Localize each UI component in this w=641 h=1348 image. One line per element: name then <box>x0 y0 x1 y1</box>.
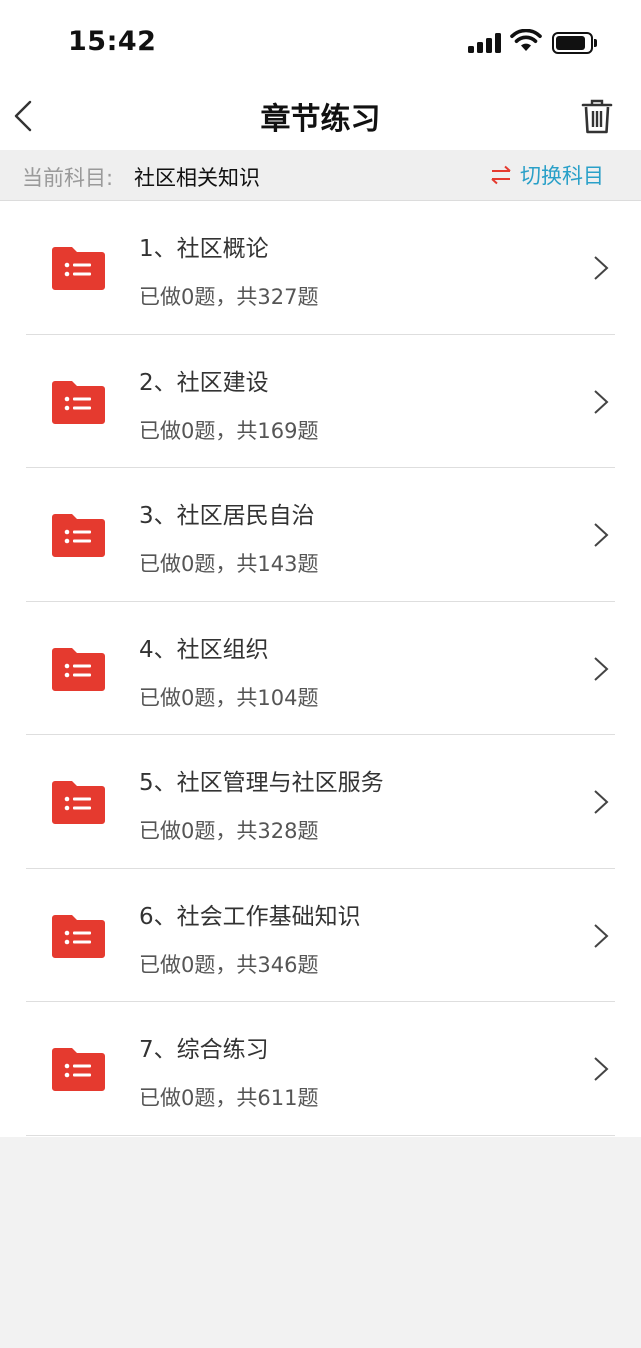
subject-bar: 当前科目: 社区相关知识 切换科目 <box>0 150 641 201</box>
list-item[interactable]: 7、综合练习 已做0题，共611题 <box>26 1002 615 1136</box>
switch-subject-button[interactable]: 切换科目 <box>490 161 604 189</box>
swap-arrows-icon <box>491 165 511 185</box>
list-item[interactable]: 3、社区居民自治 已做0题，共143题 <box>26 468 615 602</box>
switch-subject-label: 切换科目 <box>520 164 604 188</box>
chapter-progress: 已做0题，共143题 <box>139 552 319 576</box>
chapter-title: 1、社区概论 <box>139 236 269 262</box>
battery-icon <box>552 32 598 54</box>
screen: 15:42 章节练习 当前科目: 社区相关知识 切换科目 1、社区概论 已做0题… <box>0 0 641 1348</box>
chevron-right-icon <box>594 389 609 414</box>
chapter-title: 6、社会工作基础知识 <box>139 903 361 930</box>
chapter-progress: 已做0题，共104题 <box>139 685 319 710</box>
chevron-right-icon <box>594 1057 609 1081</box>
folder-list-icon <box>52 914 105 958</box>
chapter-progress: 已做0题，共611题 <box>139 1086 319 1110</box>
subject-value: 社区相关知识 <box>134 166 260 190</box>
chevron-right-icon <box>594 656 609 681</box>
list-item[interactable]: 1、社区概论 已做0题，共327题 <box>26 201 615 335</box>
chapter-progress: 已做0题，共327题 <box>139 285 319 309</box>
chapter-title: 2、社区建设 <box>139 369 269 396</box>
chapter-title: 4、社区组织 <box>139 636 269 663</box>
folder-list-icon <box>52 647 105 691</box>
chapter-progress: 已做0题，共328题 <box>139 819 319 843</box>
status-bar: 15:42 <box>0 0 641 82</box>
list-item[interactable]: 4、社区组织 已做0题，共104题 <box>26 602 615 735</box>
cellular-signal-icon <box>468 33 502 53</box>
wifi-icon <box>510 29 542 51</box>
list-item[interactable]: 5、社区管理与社区服务 已做0题，共328题 <box>26 735 615 869</box>
trash-icon[interactable] <box>580 96 614 136</box>
page-title: 章节练习 <box>260 102 381 137</box>
list-item[interactable]: 2、社区建设 已做0题，共169题 <box>26 335 615 468</box>
chevron-right-icon <box>594 523 609 547</box>
chapter-title: 5、社区管理与社区服务 <box>139 770 384 796</box>
list-item[interactable]: 6、社会工作基础知识 已做0题，共346题 <box>26 869 615 1002</box>
chevron-right-icon <box>594 256 609 280</box>
chevron-right-icon <box>594 923 609 948</box>
status-time: 15:42 <box>68 26 157 57</box>
chapter-progress: 已做0题，共346题 <box>139 952 319 977</box>
folder-list-icon <box>52 781 105 824</box>
folder-list-icon <box>52 247 105 290</box>
chapter-progress: 已做0题，共169题 <box>139 418 319 443</box>
chapter-title: 7、综合练习 <box>139 1037 269 1063</box>
folder-list-icon <box>52 514 105 557</box>
nav-bar: 章节练习 <box>0 82 641 150</box>
chevron-right-icon <box>594 790 609 814</box>
folder-list-icon <box>52 1048 105 1091</box>
chapter-title: 3、社区居民自治 <box>139 503 315 529</box>
chapter-list: 1、社区概论 已做0题，共327题 2、社区建设 已做0题，共169题 3、社区… <box>0 201 641 1137</box>
subject-label: 当前科目: <box>22 166 114 190</box>
folder-list-icon <box>52 380 105 424</box>
